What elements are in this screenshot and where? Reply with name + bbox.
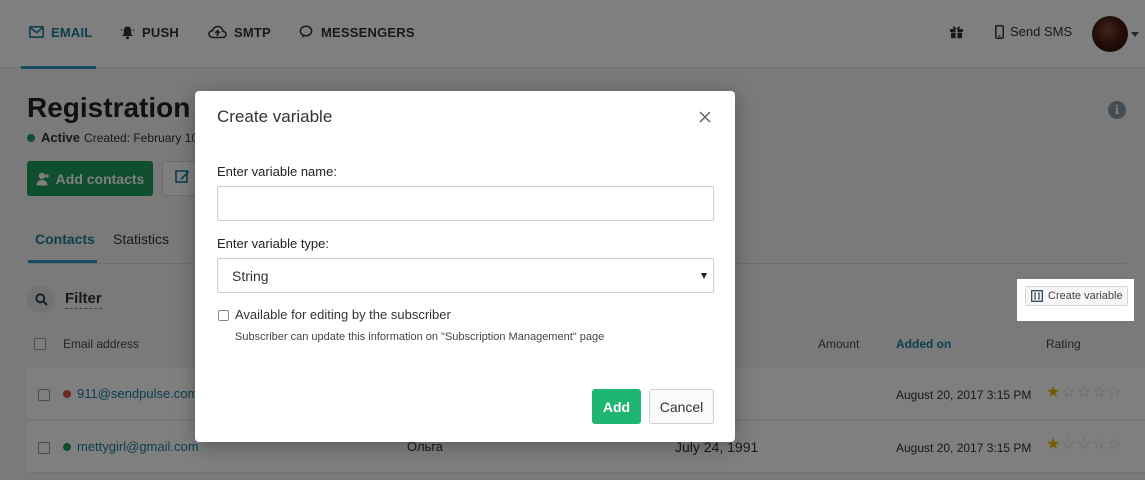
checkbox-hint: Subscriber can update this information o… <box>235 331 605 343</box>
variable-name-input[interactable] <box>217 186 714 221</box>
create-variable-label: Create variable <box>1048 290 1123 302</box>
dialog-title: Create variable <box>217 107 333 126</box>
selected-type: String <box>232 267 269 284</box>
variable-name-label: Enter variable name: <box>217 164 337 179</box>
close-icon[interactable] <box>697 109 713 125</box>
create-variable-button[interactable]: Create variable <box>1025 286 1128 306</box>
variable-type-label: Enter variable type: <box>217 236 330 251</box>
editable-by-subscriber-checkbox[interactable] <box>218 310 229 321</box>
checkbox-label[interactable]: Available for editing by the subscriber <box>235 307 451 322</box>
cancel-button[interactable]: Cancel <box>649 389 714 424</box>
create-variable-dialog: Create variable Enter variable name: Ent… <box>195 91 735 442</box>
caret-down-icon <box>701 273 707 279</box>
variable-braces-icon <box>1031 290 1043 302</box>
variable-type-select[interactable]: String <box>217 258 714 293</box>
add-button[interactable]: Add <box>592 389 641 424</box>
